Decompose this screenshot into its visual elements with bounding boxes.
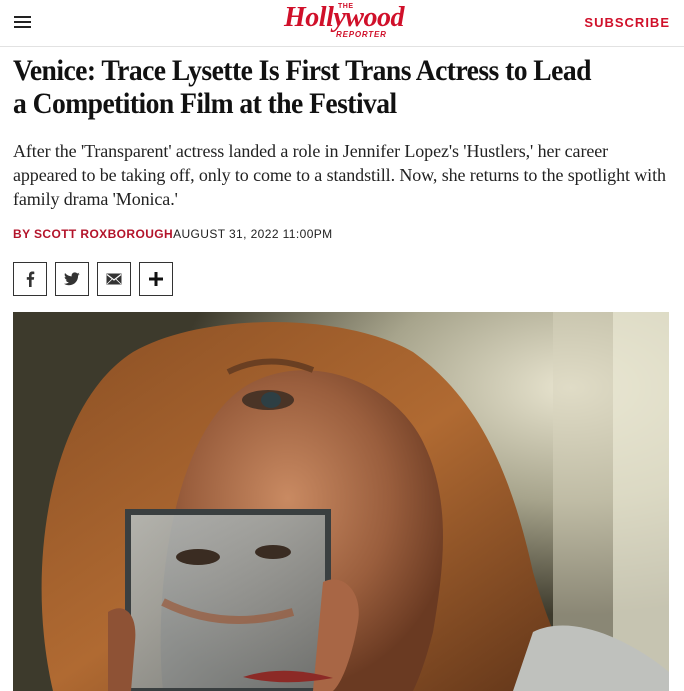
hero-image [13,312,669,691]
site-logo[interactable]: THE Hollywood REPORTER [278,3,410,41]
byline: BY SCOTT ROXBOROUGHAUGUST 31, 2022 11:00… [13,227,333,241]
article-headline: Venice: Trace Lysette Is First Trans Act… [13,54,591,120]
twitter-share-button[interactable] [55,262,89,296]
more-share-button[interactable] [139,262,173,296]
logo-wordmark: Hollywood [284,2,404,33]
email-icon [106,273,122,285]
author-link[interactable]: BY SCOTT ROXBOROUGH [13,227,173,241]
top-navigation-bar: THE Hollywood REPORTER SUBSCRIBE [0,0,684,47]
subscribe-link[interactable]: SUBSCRIBE [584,15,670,30]
facebook-share-button[interactable] [13,262,47,296]
publish-date: AUGUST 31, 2022 11:00PM [173,227,333,241]
facebook-icon [26,271,35,287]
menu-icon[interactable] [14,15,31,29]
plus-icon [149,272,163,286]
logo-reporter-text: REPORTER [336,30,387,39]
email-share-button[interactable] [97,262,131,296]
hero-photo [13,312,669,691]
article-dek: After the 'Transparent' actress landed a… [13,141,666,209]
twitter-icon [64,272,80,286]
